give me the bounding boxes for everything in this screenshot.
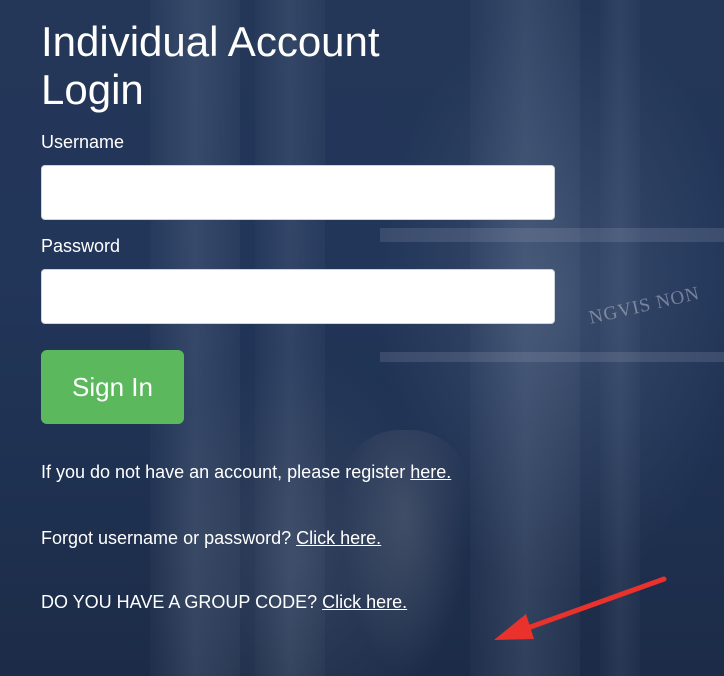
password-label: Password <box>41 236 121 256</box>
password-input[interactable] <box>41 269 555 324</box>
sign-in-button[interactable]: Sign In <box>41 350 184 424</box>
username-input[interactable] <box>41 165 555 220</box>
forgot-line: Forgot username or password? Click here. <box>41 527 601 549</box>
register-link[interactable]: here. <box>410 462 451 482</box>
forgot-credentials-link[interactable]: Click here. <box>296 528 381 548</box>
group-code-link[interactable]: Click here. <box>322 592 407 612</box>
login-panel: Individual Account Login Username Passwo… <box>41 18 601 613</box>
forgot-text: Forgot username or password? <box>41 528 297 548</box>
register-line: If you do not have an account, please re… <box>41 461 601 483</box>
page-title: Individual Account Login <box>41 18 380 113</box>
register-text: If you do not have an account, please re… <box>41 462 411 482</box>
group-code-text: DO YOU HAVE A GROUP CODE? <box>41 592 323 612</box>
username-label: Username <box>41 132 125 152</box>
annotation-arrow-icon <box>494 576 667 640</box>
